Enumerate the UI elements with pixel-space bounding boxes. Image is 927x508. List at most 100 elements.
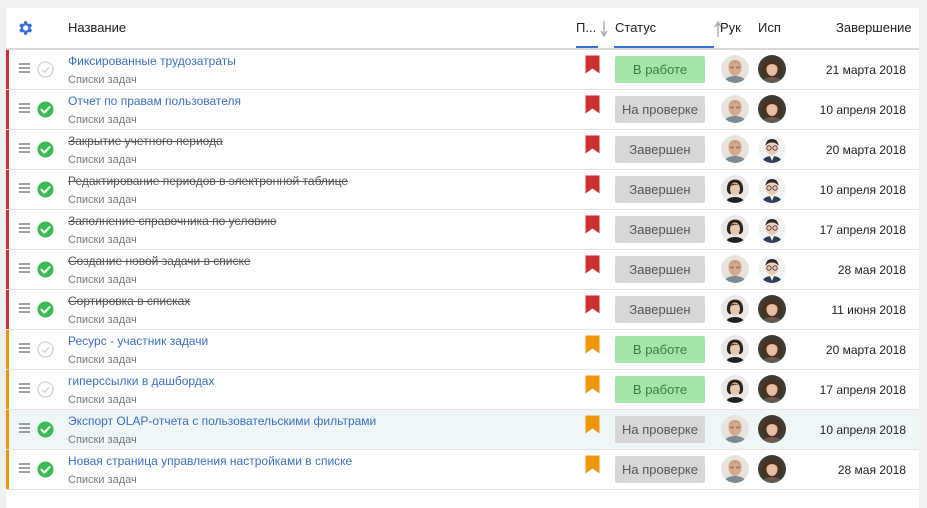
gear-icon[interactable] <box>16 19 34 37</box>
done-check-icon[interactable] <box>37 301 54 318</box>
avatar-ruk[interactable] <box>721 175 749 203</box>
avatar-isp[interactable] <box>758 175 786 203</box>
avatar-ruk[interactable] <box>721 135 749 163</box>
task-title[interactable]: Создание новой задачи в списке <box>68 254 251 268</box>
drag-handle-icon[interactable] <box>19 262 30 274</box>
avatar-ruk[interactable] <box>721 335 749 363</box>
drag-handle-icon[interactable] <box>19 182 30 194</box>
table-row[interactable]: Экспорт OLAP-отчета с пользовательскими … <box>6 410 919 450</box>
column-header-priority[interactable]: П... <box>576 16 608 48</box>
table-row[interactable]: Закрытие учетного периода Списки задач Зав… <box>6 130 919 170</box>
status-badge[interactable]: Завершен <box>615 296 705 323</box>
done-check-icon[interactable] <box>37 261 54 278</box>
column-header-status[interactable]: Статус <box>614 8 722 48</box>
column-header-name[interactable]: Название <box>68 20 126 35</box>
drag-handle-icon[interactable] <box>19 462 30 474</box>
avatar-isp[interactable] <box>758 455 786 483</box>
table-row[interactable]: Редактирование периодов в электронной та… <box>6 170 919 210</box>
table-row[interactable]: Заполнение справочника по условию Списки … <box>6 210 919 250</box>
priority-flag-icon[interactable] <box>585 255 600 274</box>
avatar-isp[interactable] <box>758 375 786 403</box>
avatar-ruk[interactable] <box>721 255 749 283</box>
avatar-isp[interactable] <box>758 335 786 363</box>
table-row[interactable]: Создание новой задачи в списке Списки зад… <box>6 250 919 290</box>
table-row[interactable]: Сортировка в списках Списки задач Завершен… <box>6 290 919 330</box>
done-check-icon[interactable] <box>37 101 54 118</box>
task-title[interactable]: Новая страница управления настройками в … <box>68 454 352 468</box>
avatar-ruk[interactable] <box>721 215 749 243</box>
status-badge[interactable]: На проверке <box>615 456 705 483</box>
done-check-icon[interactable] <box>37 221 54 238</box>
task-title[interactable]: Сортировка в списках <box>68 294 190 308</box>
drag-handle-icon[interactable] <box>19 62 30 74</box>
drag-handle-icon[interactable] <box>19 142 30 154</box>
avatar-ruk[interactable] <box>721 295 749 323</box>
table-row[interactable]: Ресурс - участник задачи Списки задач В ра… <box>6 330 919 370</box>
status-badge[interactable]: На проверке <box>615 416 705 443</box>
avatar-ruk[interactable] <box>721 55 749 83</box>
task-rows: Фиксированные трудозатраты Списки задач В … <box>6 50 919 490</box>
column-header-isp[interactable]: Исп <box>758 20 781 35</box>
avatar-ruk[interactable] <box>721 415 749 443</box>
priority-flag-icon[interactable] <box>585 415 600 434</box>
table-header: Название П... Статус Рук Исп Завершение <box>6 8 919 50</box>
task-title[interactable]: Редактирование периодов в электронной та… <box>68 174 348 188</box>
not-done-check-icon[interactable] <box>37 61 54 78</box>
drag-handle-icon[interactable] <box>19 302 30 314</box>
status-badge[interactable]: В работе <box>615 336 705 363</box>
avatar-isp[interactable] <box>758 215 786 243</box>
avatar-isp[interactable] <box>758 135 786 163</box>
column-header-end[interactable]: Завершение <box>836 20 912 35</box>
table-row[interactable]: гиперссылки в дашбордах Списки задач В раб… <box>6 370 919 410</box>
not-done-check-icon[interactable] <box>37 341 54 358</box>
priority-flag-icon[interactable] <box>585 95 600 114</box>
status-badge[interactable]: На проверке <box>615 96 705 123</box>
task-title[interactable]: Отчет по правам пользователя <box>68 94 241 108</box>
done-check-icon[interactable] <box>37 181 54 198</box>
priority-flag-icon[interactable] <box>585 335 600 354</box>
table-row[interactable]: Новая страница управления настройками в … <box>6 450 919 490</box>
done-check-icon[interactable] <box>37 141 54 158</box>
task-title[interactable]: Ресурс - участник задачи <box>68 334 208 348</box>
due-date: 21 марта 2018 <box>825 63 906 77</box>
avatar-ruk[interactable] <box>721 95 749 123</box>
avatar-ruk[interactable] <box>721 375 749 403</box>
avatar-isp[interactable] <box>758 415 786 443</box>
avatar-isp[interactable] <box>758 55 786 83</box>
drag-handle-icon[interactable] <box>19 422 30 434</box>
priority-stripe <box>6 370 9 409</box>
column-header-ruk[interactable]: Рук <box>720 20 741 35</box>
status-badge[interactable]: В работе <box>615 376 705 403</box>
done-check-icon[interactable] <box>37 421 54 438</box>
task-title[interactable]: Фиксированные трудозатраты <box>68 54 236 68</box>
priority-flag-icon[interactable] <box>585 55 600 74</box>
drag-handle-icon[interactable] <box>19 222 30 234</box>
priority-flag-icon[interactable] <box>585 215 600 234</box>
avatar-ruk[interactable] <box>721 455 749 483</box>
drag-handle-icon[interactable] <box>19 102 30 114</box>
not-done-check-icon[interactable] <box>37 381 54 398</box>
task-list-name: Списки задач <box>68 474 137 486</box>
priority-flag-icon[interactable] <box>585 135 600 154</box>
priority-flag-icon[interactable] <box>585 175 600 194</box>
avatar-isp[interactable] <box>758 295 786 323</box>
status-badge[interactable]: В работе <box>615 56 705 83</box>
table-row[interactable]: Отчет по правам пользователя Списки задач… <box>6 90 919 130</box>
done-check-icon[interactable] <box>37 461 54 478</box>
task-title[interactable]: Закрытие учетного периода <box>68 134 223 148</box>
avatar-isp[interactable] <box>758 255 786 283</box>
drag-handle-icon[interactable] <box>19 342 30 354</box>
task-title[interactable]: Экспорт OLAP-отчета с пользовательскими … <box>68 414 376 428</box>
status-badge[interactable]: Завершен <box>615 136 705 163</box>
status-badge[interactable]: Завершен <box>615 216 705 243</box>
task-title[interactable]: Заполнение справочника по условию <box>68 214 276 228</box>
priority-flag-icon[interactable] <box>585 295 600 314</box>
status-badge[interactable]: Завершен <box>615 256 705 283</box>
status-badge[interactable]: Завершен <box>615 176 705 203</box>
task-title[interactable]: гиперссылки в дашбордах <box>68 374 214 388</box>
avatar-isp[interactable] <box>758 95 786 123</box>
drag-handle-icon[interactable] <box>19 382 30 394</box>
priority-flag-icon[interactable] <box>585 455 600 474</box>
priority-flag-icon[interactable] <box>585 375 600 394</box>
table-row[interactable]: Фиксированные трудозатраты Списки задач В … <box>6 50 919 90</box>
